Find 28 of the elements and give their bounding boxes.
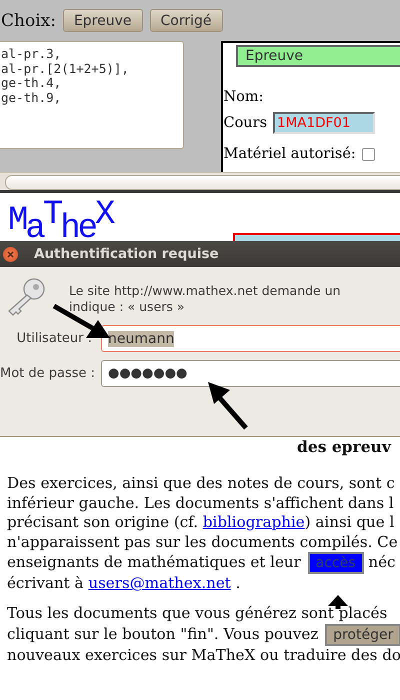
code-textarea[interactable]: al-pr.3, al-pr.[2(1+2+5)], ge-th.4, ge-th.9, <box>0 41 184 149</box>
paragraph-line: enseignants de mathématiques et leur accès néc <box>7 552 396 574</box>
paragraph-line: cliquant sur le bouton "fin". Vous pouvez protéger <box>7 624 400 646</box>
section-heading: des epreuv <box>296 437 392 457</box>
dialog-message: Le site http://www.mathex.net demande un <box>69 283 341 299</box>
field-label: Mot de passe : <box>0 366 96 381</box>
text-link[interactable]: bibliographie <box>202 513 305 532</box>
material-label: Matériel autorisé: <box>223 146 356 162</box>
paragraph-line: Tous les documents que vous générez sont placés <box>7 604 388 624</box>
paragraph-line: nouveaux exercices sur MaTheX ou traduire des do <box>7 646 400 666</box>
paragraph-line: Des exercices, ainsi que des notes de cours, sont c <box>7 474 395 494</box>
choice-button[interactable]: Corrigé <box>150 9 223 32</box>
paragraph-line: inférieur gauche. Les documents s'affichent dans l <box>7 494 394 514</box>
paragraph-line: écrivant à users@mathex.net . <box>7 574 240 594</box>
choice-button[interactable]: Epreuve <box>62 9 143 32</box>
dialog-message: indique : « users » <box>69 299 186 315</box>
inline-button[interactable]: protéger <box>325 624 400 646</box>
choice-label: Choix: <box>1 10 56 30</box>
username-field[interactable]: neumann <box>101 325 400 352</box>
course-label: Cours <box>223 115 268 131</box>
name-label: Nom: <box>223 89 264 105</box>
text-link[interactable]: users@mathex.net <box>88 574 231 592</box>
paragraph-line: n'apparaissent pas sur les documents compilés. Ce <box>7 532 398 552</box>
type-select[interactable]: Epreuve <box>236 45 400 67</box>
logo: MaTheX <box>8 196 112 244</box>
dialog-title: Authentification requise <box>34 246 219 262</box>
paragraph-line: précisant son origine (cf. bibliographie) ainsi que l <box>7 513 394 533</box>
password-field[interactable]: ●●●●●●● <box>101 360 400 387</box>
